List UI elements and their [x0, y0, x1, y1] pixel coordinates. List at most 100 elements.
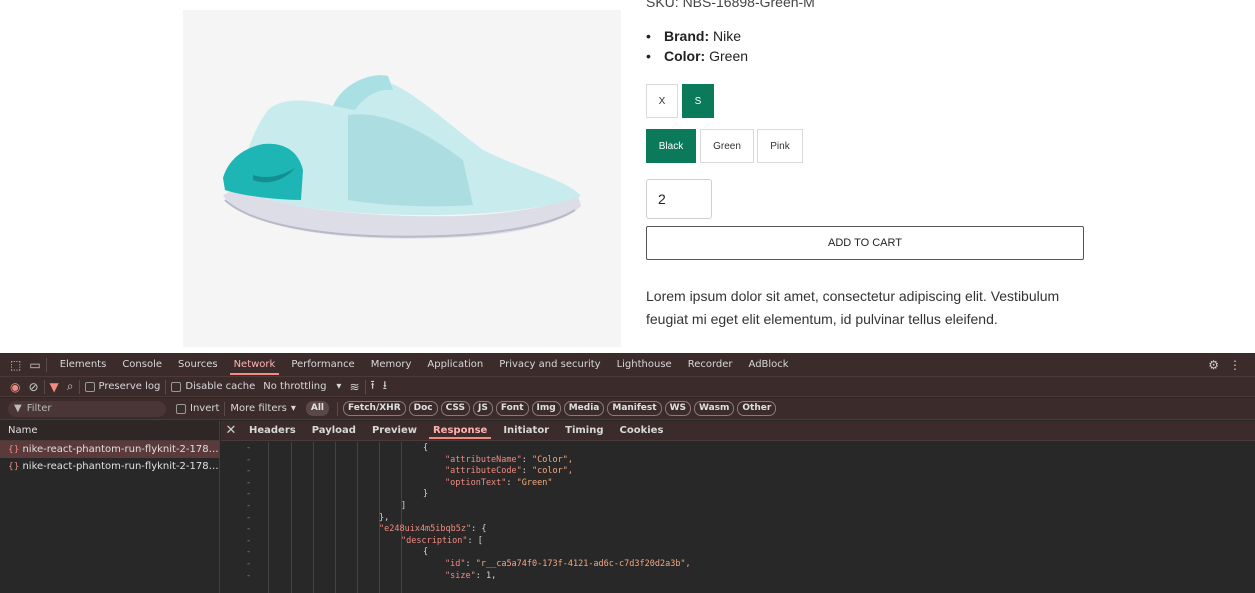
color-option-green[interactable]: Green [700, 129, 754, 163]
search-icon[interactable]: ⌕ [67, 379, 74, 395]
tab-preview[interactable]: Preview [364, 421, 425, 441]
tab-recorder[interactable]: Recorder [680, 353, 741, 377]
request-row[interactable]: {} nike-react-phantom-run-flyknit-2-178?s… [0, 458, 219, 475]
line-gutter-marker: - [246, 570, 252, 581]
filter-chip-wasm[interactable]: Wasm [693, 401, 735, 416]
code-line: - "attributeName": "Color", [221, 455, 1255, 466]
add-to-cart-button[interactable]: ADD TO CART [646, 226, 1084, 260]
size-option-s[interactable]: S [682, 84, 714, 118]
tab-initiator[interactable]: Initiator [495, 421, 557, 441]
tab-timing[interactable]: Timing [557, 421, 611, 441]
code-line: - "e248uix4m5ibqb5z": { [221, 524, 1255, 535]
checkbox-box[interactable] [84, 381, 95, 392]
product-image [183, 10, 621, 347]
filter-chip-css[interactable]: CSS [440, 401, 470, 416]
more-filters-dropdown[interactable]: More filters ▾ [230, 403, 295, 414]
json-key: "optionText" [445, 477, 507, 488]
json-key: "attributeCode" [445, 466, 522, 477]
tab-privacy-and-security[interactable]: Privacy and security [491, 353, 608, 377]
tab-payload[interactable]: Payload [304, 421, 364, 441]
code-content: "attributeName": "Color", [445, 455, 573, 466]
inspect-element-icon[interactable]: ⬚ [10, 357, 21, 373]
color-option-pink[interactable]: Pink [757, 129, 803, 163]
json-key: "e248uix4m5ibqb5z" [379, 524, 472, 535]
filter-chip-font[interactable]: Font [495, 401, 529, 416]
tab-performance[interactable]: Performance [283, 353, 362, 377]
line-gutter-marker: - [246, 454, 252, 465]
record-stop-icon[interactable]: ◉ [10, 379, 20, 395]
code-line: - "description": [ [221, 536, 1255, 547]
tab-adblock[interactable]: AdBlock [741, 353, 797, 377]
preserve-log-checkbox[interactable]: Preserve log [84, 381, 160, 392]
tab-elements[interactable]: Elements [52, 353, 115, 377]
tab-network[interactable]: Network [226, 353, 284, 377]
invert-checkbox[interactable]: Invert [176, 403, 219, 414]
line-gutter-marker: - [246, 501, 252, 511]
tab-sources[interactable]: Sources [170, 353, 226, 377]
json-key: "attributeName" [445, 454, 522, 465]
filter-chip-js[interactable]: JS [472, 401, 493, 416]
filter-chip-other[interactable]: Other [737, 401, 777, 416]
import-har-icon[interactable]: ⭱ [371, 378, 375, 395]
line-gutter-marker: - [246, 559, 252, 569]
checkbox-box[interactable] [176, 403, 186, 414]
disable-cache-checkbox[interactable]: Disable cache [171, 381, 255, 392]
close-icon[interactable]: ✕ [221, 423, 241, 438]
line-gutter-marker: - [246, 477, 252, 488]
name-column-header[interactable]: Name [0, 421, 219, 441]
json-colon: : [521, 466, 533, 477]
json-colon: : [465, 559, 476, 569]
request-list: Name {} nike-react-phantom-run-flyknit-2-… [0, 421, 220, 593]
code-line: - "optionText": "Green" [221, 478, 1255, 489]
filter-chip-media[interactable]: Media [563, 401, 605, 416]
sneaker-image [223, 75, 581, 239]
json-colon: : [471, 524, 482, 535]
tab-headers[interactable]: Headers [241, 421, 304, 441]
product-page: SKU: NBS-16898-Green-M Brand: Nike Color… [0, 0, 1255, 353]
throttling-select[interactable]: No throttling ▾ [263, 381, 341, 392]
tab-memory[interactable]: Memory [363, 353, 420, 377]
filter-chip-manifest[interactable]: Manifest [607, 401, 662, 416]
tab-response[interactable]: Response [425, 421, 495, 441]
code-line: -{ [221, 443, 1255, 454]
export-har-icon[interactable]: ⭳ [383, 378, 387, 395]
clear-icon[interactable]: ⊘ [28, 379, 38, 395]
color-option-black[interactable]: Black [646, 129, 696, 163]
filter-chip-doc[interactable]: Doc [408, 401, 438, 416]
line-gutter-marker: - [246, 512, 252, 523]
tab-console[interactable]: Console [114, 353, 170, 377]
filter-funnel-icon[interactable]: ▼ [50, 379, 59, 395]
code-content: "description": [ [401, 536, 483, 547]
tab-lighthouse[interactable]: Lighthouse [609, 353, 680, 377]
code-content: ] [401, 501, 407, 511]
request-row[interactable]: {} nike-react-phantom-run-flyknit-2-178?s… [0, 441, 219, 458]
code-line: -} [221, 489, 1255, 500]
more-options-icon[interactable]: ⋮ [1229, 357, 1241, 373]
filter-chip-fetch-xhr[interactable]: Fetch/XHR [343, 401, 406, 416]
size-option-x[interactable]: X [646, 84, 678, 118]
device-toolbar-icon[interactable]: ▭ [29, 357, 40, 373]
filter-chip-all[interactable]: All [305, 401, 330, 416]
filter-funnel-icon: ▼ [14, 403, 22, 414]
settings-gear-icon[interactable]: ⚙ [1208, 357, 1219, 373]
attribute-color: Color: Green [646, 46, 748, 66]
json-value: { [481, 524, 487, 535]
filter-input[interactable]: ▼ Filter [8, 400, 166, 417]
separator [45, 357, 47, 372]
tab-application[interactable]: Application [419, 353, 491, 377]
json-value: "Green" [516, 477, 553, 488]
line-gutter-marker: - [246, 524, 252, 535]
line-gutter-marker: - [246, 466, 252, 477]
checkbox-box[interactable] [171, 381, 182, 392]
code-content: "optionText": "Green" [445, 478, 553, 489]
json-value: "Color", [532, 454, 573, 465]
quantity-input[interactable]: 2 [646, 179, 712, 219]
json-key: "id" [445, 559, 466, 569]
chevron-down-icon: ▾ [290, 403, 296, 414]
network-conditions-icon[interactable]: ≋ [349, 379, 359, 395]
product-attributes: Brand: Nike Color: Green [646, 26, 748, 66]
filter-chip-img[interactable]: Img [531, 401, 561, 416]
json-icon: {} [8, 462, 20, 472]
tab-cookies[interactable]: Cookies [612, 421, 672, 441]
filter-chip-ws[interactable]: WS [664, 401, 691, 416]
